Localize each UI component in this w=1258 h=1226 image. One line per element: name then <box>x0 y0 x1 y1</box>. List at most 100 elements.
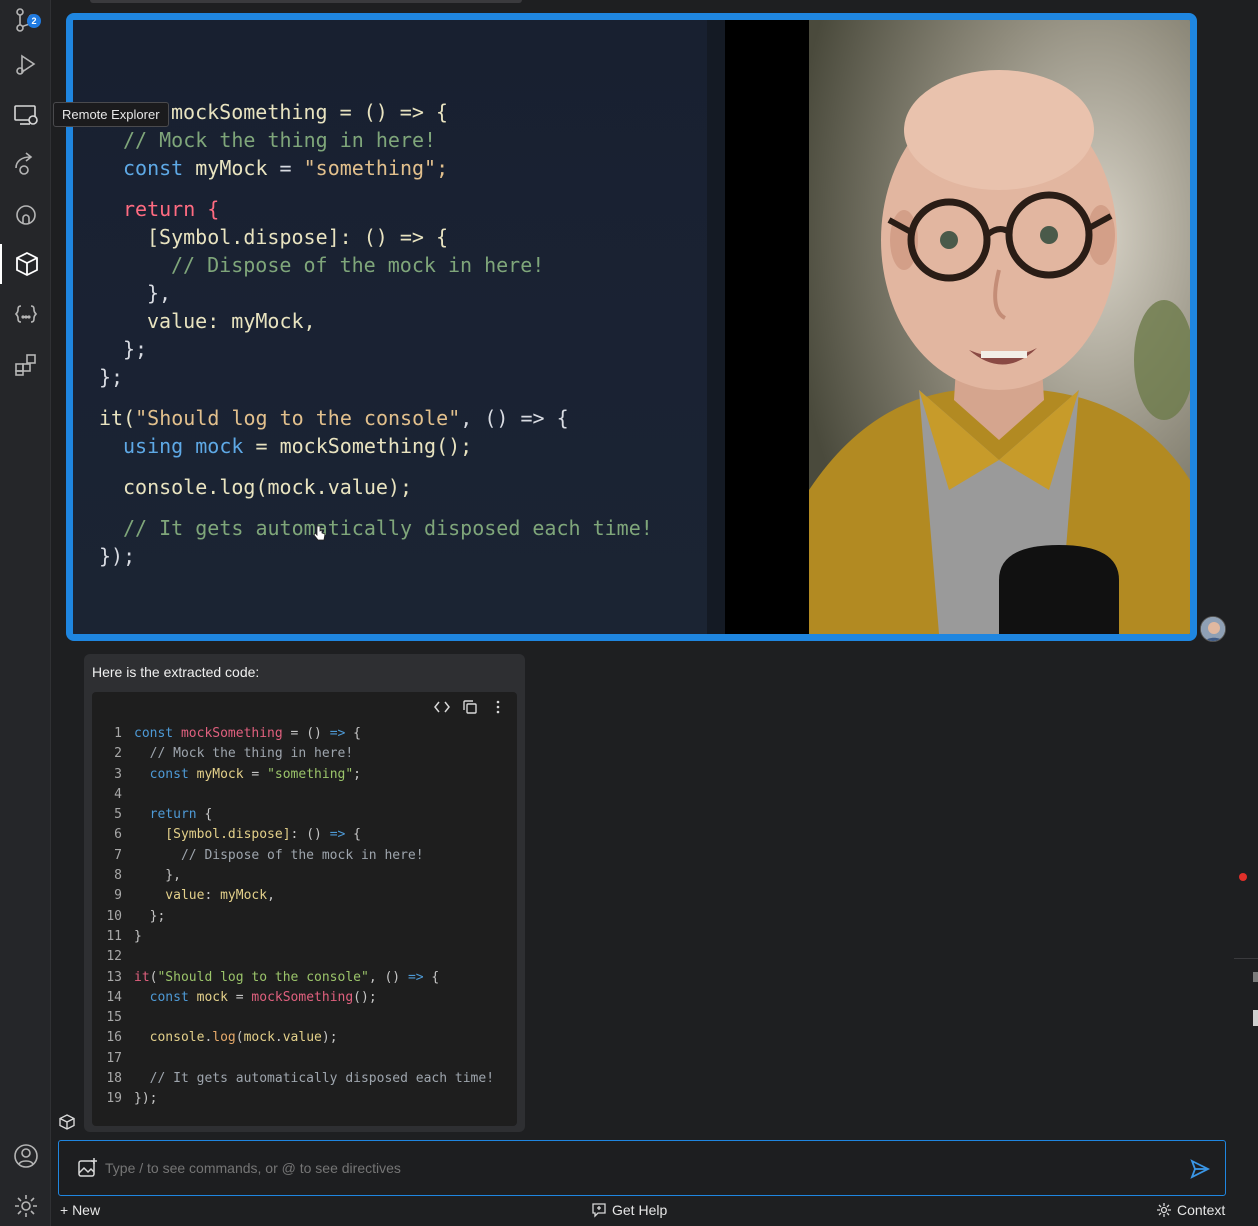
extensions-icon[interactable] <box>0 345 51 385</box>
code-token: mockSomething <box>180 726 283 741</box>
code-token: { <box>423 969 440 985</box>
video-code-line: mockSomething = () => { <box>171 100 448 124</box>
line-number: 9 <box>114 888 122 904</box>
line-number: 18 <box>106 1071 122 1087</box>
video-code-line: }; <box>99 365 124 389</box>
code-token: const <box>134 766 197 782</box>
context-gear-icon <box>1157 1203 1171 1217</box>
code-line: 18 // It gets automatically disposed eac… <box>92 1069 517 1089</box>
code-token: // It gets automatically disposed each t… <box>134 1071 495 1087</box>
code-line: 14 const mock = mockSomething(); <box>92 988 517 1008</box>
code-token: { <box>345 827 361 843</box>
code-text: // Mock the thing in here! <box>122 744 354 764</box>
code-token: "something" <box>267 766 354 782</box>
code-line: 13 it("Should log to the console", () => … <box>92 968 517 988</box>
code-block: 1 const mockSomething = () => {2 // Mock … <box>92 692 517 1126</box>
get-help-button[interactable]: Get Help <box>591 1199 667 1221</box>
video-code-line: }, <box>147 281 172 305</box>
code-token: { <box>345 726 361 741</box>
video-code-line: return { <box>123 197 220 221</box>
code-line: 8 }, <box>92 866 517 886</box>
code-token: : <box>204 888 221 904</box>
line-number: 3 <box>114 766 122 782</box>
code-token: => <box>329 827 346 843</box>
video-code-line: // Mock the thing in here! <box>123 128 437 152</box>
cody-cube-icon[interactable] <box>0 244 51 284</box>
settings-gear-icon[interactable] <box>0 1186 51 1226</box>
context-label: Context <box>1177 1202 1226 1218</box>
help-chat-icon <box>592 1203 606 1218</box>
line-number: 17 <box>106 1050 122 1066</box>
video-code-line: console.log(mock.value); <box>123 475 412 499</box>
code-line: 3 const myMock = "something"; <box>92 765 517 785</box>
remote-explorer-icon[interactable] <box>0 95 51 135</box>
assistant-response: Here is the extracted code: 1 const mockS… <box>84 654 525 1132</box>
code-token: ); <box>321 1030 338 1046</box>
code-text: } <box>122 927 142 947</box>
attached-screenshot[interactable]: mockSomething = () => { // Mock the thin… <box>66 13 1197 641</box>
code-line: 4 <box>92 785 517 805</box>
video-code-line: using mock = mockSomething(); <box>123 434 473 458</box>
send-icon[interactable] <box>1189 1158 1211 1180</box>
code-text: // Dispose of the mock in here! <box>122 846 424 866</box>
run-debug-icon[interactable] <box>0 44 51 84</box>
code-text: }); <box>122 1089 157 1109</box>
user-avatar[interactable] <box>1200 616 1226 642</box>
add-image-icon[interactable] <box>77 1157 99 1179</box>
code-block-toolbar <box>433 698 507 716</box>
code-text: return { <box>122 805 213 825</box>
code-token: = <box>243 766 268 782</box>
code-token: myMock <box>196 766 244 782</box>
code-token: (); <box>353 989 377 1005</box>
code-token: } <box>134 928 142 944</box>
video-code-line: // Dispose of the mock in here! <box>171 253 545 277</box>
code-token: mock <box>196 989 228 1005</box>
live-share-icon[interactable] <box>0 144 51 184</box>
scrollbar-thumb[interactable] <box>1253 1010 1258 1026</box>
code-token: { <box>204 807 213 823</box>
code-token: it <box>134 969 150 985</box>
video-code-line: value: myMock, <box>147 309 316 333</box>
line-number: 16 <box>106 1030 122 1046</box>
code-line: 17 <box>92 1049 517 1069</box>
code-text: const mockSomething = () => { <box>122 724 361 744</box>
line-number: 6 <box>114 827 122 843</box>
line-number: 14 <box>106 989 122 1005</box>
more-options-icon[interactable] <box>489 698 507 716</box>
code-token: mockSomething <box>251 989 354 1005</box>
github-icon[interactable] <box>0 195 51 235</box>
chat-input-box[interactable] <box>58 1140 1226 1196</box>
code-token: ; <box>353 766 361 782</box>
json-braces-icon[interactable] <box>0 294 51 334</box>
code-line: 15 <box>92 1008 517 1028</box>
code-text: const myMock = "something"; <box>122 765 361 785</box>
copy-icon[interactable] <box>461 698 479 716</box>
source-control-icon[interactable]: 2 <box>0 0 51 40</box>
code-token: }, <box>134 868 181 884</box>
code-text: value: myMock, <box>122 886 275 906</box>
code-token: const <box>134 989 197 1005</box>
code-text: it("Should log to the console", () => { <box>122 968 439 988</box>
code-line: 16 console.log(mock.value); <box>92 1028 517 1048</box>
video-code-line: }; <box>123 337 148 361</box>
chat-input[interactable] <box>105 1160 1175 1176</box>
code-line: 10 }; <box>92 907 517 927</box>
panel-edge-marker <box>1253 972 1258 982</box>
code-line: 12 <box>92 947 517 967</box>
code-token: }); <box>134 1091 158 1107</box>
code-token: value <box>282 1030 322 1046</box>
insert-code-icon[interactable] <box>433 698 451 716</box>
line-number: 1 <box>114 726 122 741</box>
line-number: 19 <box>106 1091 122 1107</box>
new-chat-button[interactable]: + New <box>60 1199 100 1221</box>
user-avatar-image <box>1201 617 1225 641</box>
context-button[interactable]: Context <box>1156 1199 1225 1221</box>
notification-dot <box>1239 873 1247 881</box>
line-number: 15 <box>106 1010 122 1026</box>
code-token: , () <box>368 969 408 985</box>
account-icon[interactable] <box>0 1136 51 1176</box>
presenter-image <box>809 20 1190 634</box>
line-number: 7 <box>114 847 122 863</box>
